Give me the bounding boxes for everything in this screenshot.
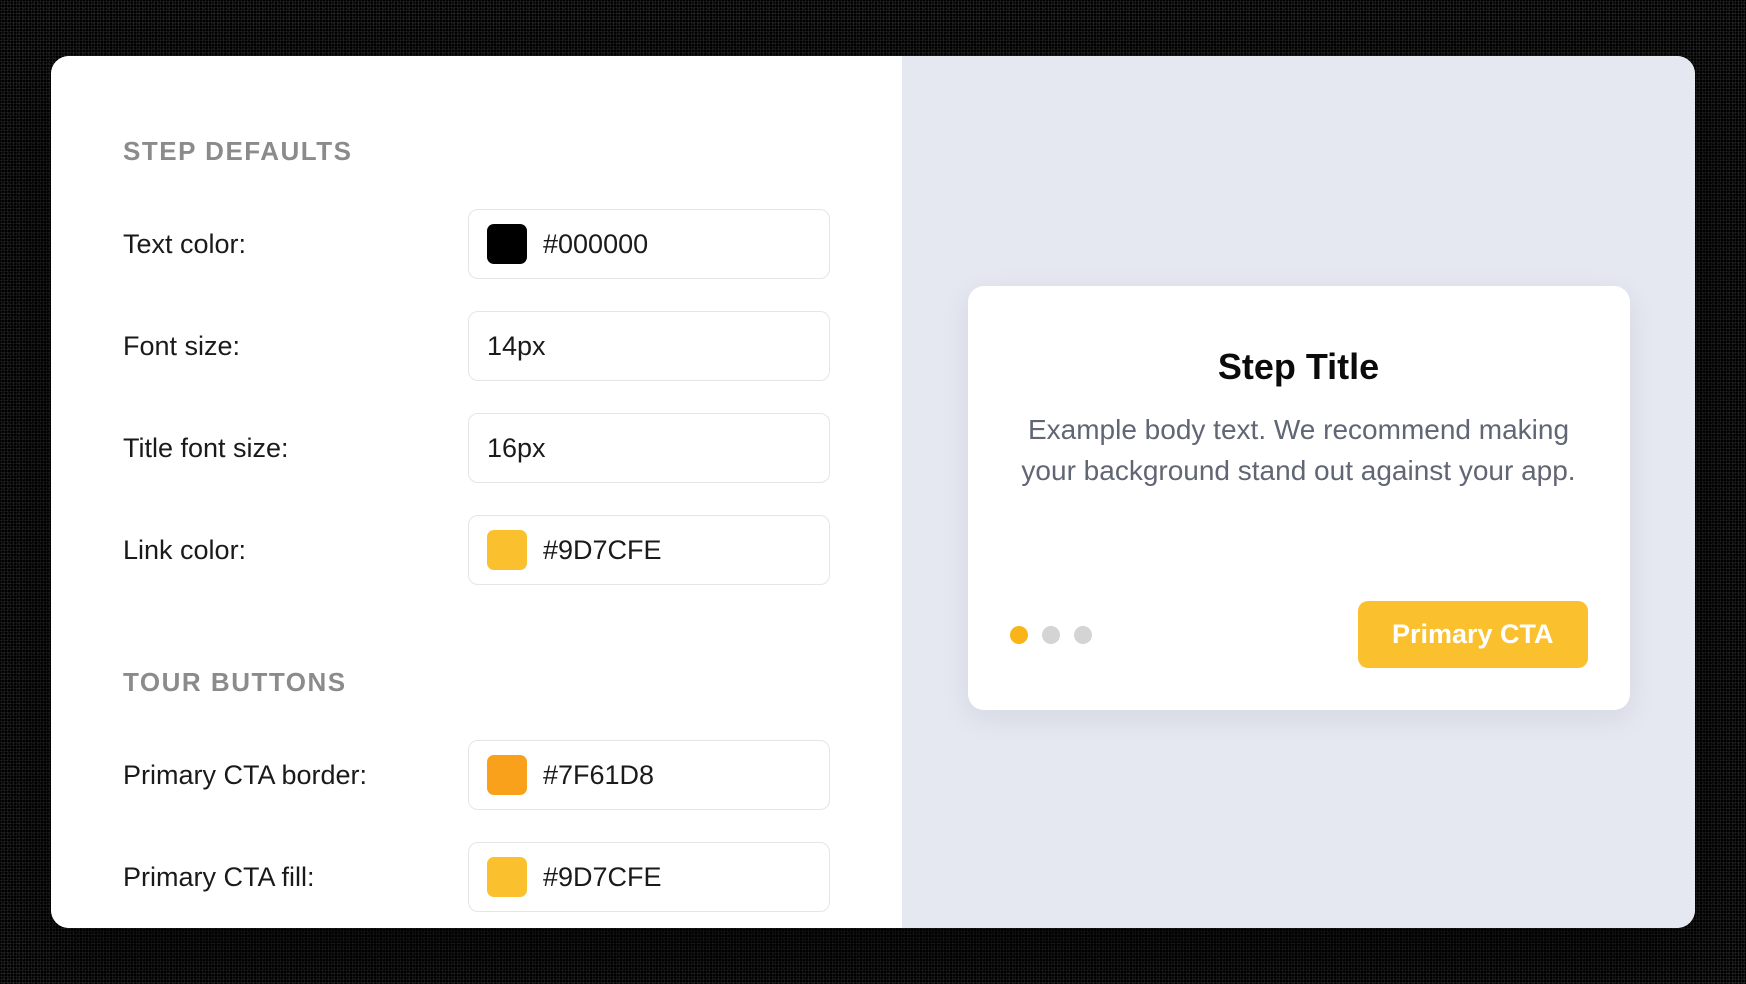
step-defaults-header: STEP DEFAULTS: [123, 136, 830, 167]
preview-body: Example body text. We recommend making y…: [1010, 410, 1588, 491]
settings-panel: STEP DEFAULTS Text color: #000000 Font s…: [51, 56, 902, 928]
link-color-value: #9D7CFE: [543, 535, 662, 566]
link-color-input[interactable]: #9D7CFE: [468, 515, 830, 585]
text-color-label: Text color:: [123, 229, 468, 260]
primary-cta-fill-swatch[interactable]: [487, 857, 527, 897]
preview-panel: Step Title Example body text. We recomme…: [902, 56, 1695, 928]
progress-dot-3[interactable]: [1074, 626, 1092, 644]
text-color-value: #000000: [543, 229, 648, 260]
font-size-input[interactable]: 14px: [468, 311, 830, 381]
link-color-row: Link color: #9D7CFE: [123, 515, 830, 585]
title-font-size-label: Title font size:: [123, 433, 468, 464]
primary-cta-fill-label: Primary CTA fill:: [123, 862, 468, 893]
text-color-input[interactable]: #000000: [468, 209, 830, 279]
font-size-label: Font size:: [123, 331, 468, 362]
primary-cta-button[interactable]: Primary CTA: [1358, 601, 1588, 668]
title-font-size-row: Title font size: 16px: [123, 413, 830, 483]
link-color-swatch[interactable]: [487, 530, 527, 570]
primary-cta-border-input[interactable]: #7F61D8: [468, 740, 830, 810]
editor-card: STEP DEFAULTS Text color: #000000 Font s…: [51, 56, 1695, 928]
primary-cta-fill-input[interactable]: #9D7CFE: [468, 842, 830, 912]
text-color-swatch[interactable]: [487, 224, 527, 264]
primary-cta-border-swatch[interactable]: [487, 755, 527, 795]
title-font-size-value: 16px: [487, 433, 546, 464]
preview-card: Step Title Example body text. We recomme…: [968, 286, 1630, 710]
link-color-label: Link color:: [123, 535, 468, 566]
tour-buttons-header: TOUR BUTTONS: [123, 667, 830, 698]
preview-footer: Primary CTA: [1010, 601, 1588, 668]
progress-dot-2[interactable]: [1042, 626, 1060, 644]
preview-title: Step Title: [1010, 346, 1588, 388]
primary-cta-fill-value: #9D7CFE: [543, 862, 662, 893]
progress-dots: [1010, 626, 1092, 644]
primary-cta-border-row: Primary CTA border: #7F61D8: [123, 740, 830, 810]
primary-cta-fill-row: Primary CTA fill: #9D7CFE: [123, 842, 830, 912]
primary-cta-border-label: Primary CTA border:: [123, 760, 468, 791]
text-color-row: Text color: #000000: [123, 209, 830, 279]
noise-background: STEP DEFAULTS Text color: #000000 Font s…: [0, 0, 1746, 984]
title-font-size-input[interactable]: 16px: [468, 413, 830, 483]
progress-dot-1[interactable]: [1010, 626, 1028, 644]
font-size-row: Font size: 14px: [123, 311, 830, 381]
font-size-value: 14px: [487, 331, 546, 362]
primary-cta-border-value: #7F61D8: [543, 760, 654, 791]
